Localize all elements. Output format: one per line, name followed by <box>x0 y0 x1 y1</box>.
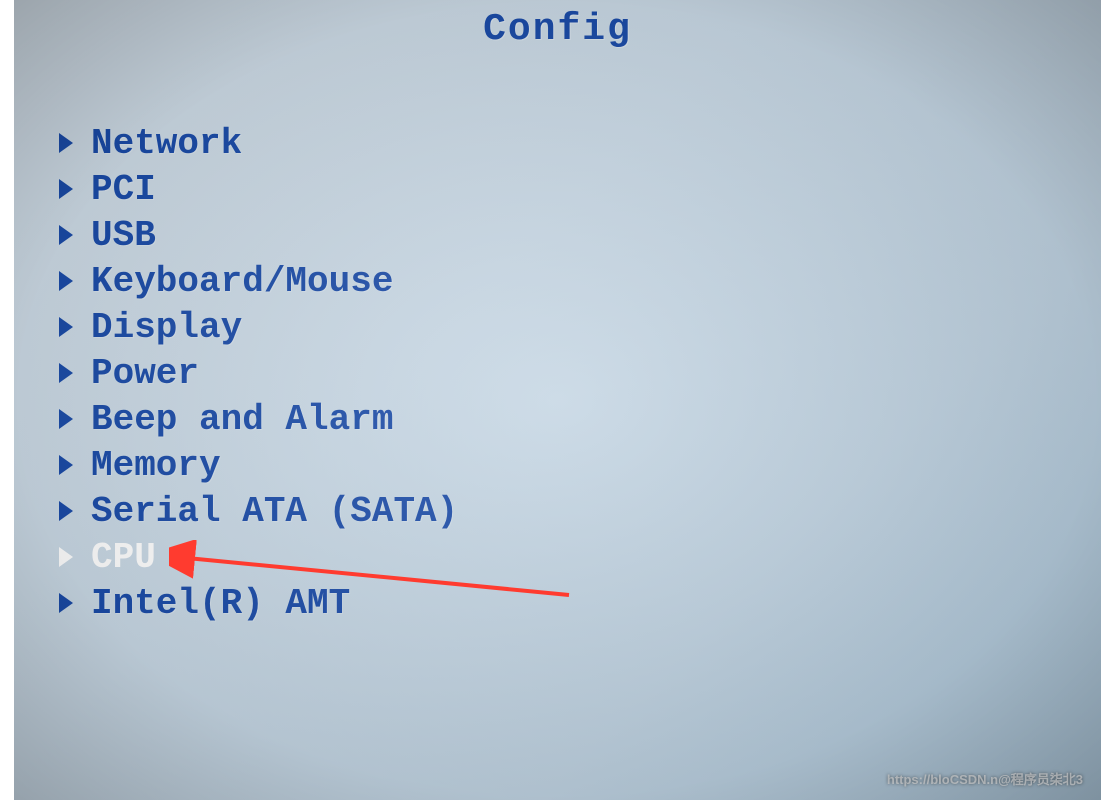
menu-label: USB <box>91 215 156 256</box>
menu-label: Memory <box>91 445 221 486</box>
menu-item-serial-ata[interactable]: Serial ATA (SATA) <box>59 488 458 534</box>
triangle-right-icon <box>59 179 73 199</box>
menu-label: PCI <box>91 169 156 210</box>
menu-item-keyboard-mouse[interactable]: Keyboard/Mouse <box>59 258 458 304</box>
menu-label: Serial ATA (SATA) <box>91 491 458 532</box>
menu-item-beep-alarm[interactable]: Beep and Alarm <box>59 396 458 442</box>
menu-label: Display <box>91 307 242 348</box>
config-menu: Network PCI USB Keyboard/Mouse Display P… <box>59 120 458 626</box>
triangle-right-icon <box>59 225 73 245</box>
triangle-right-icon <box>59 593 73 613</box>
menu-item-intel-amt[interactable]: Intel(R) AMT <box>59 580 458 626</box>
triangle-right-icon <box>59 455 73 475</box>
page-title: Config <box>483 8 632 51</box>
menu-label: Intel(R) AMT <box>91 583 350 624</box>
triangle-right-icon <box>59 547 73 567</box>
menu-label: Power <box>91 353 199 394</box>
bios-config-screen: Config Network PCI USB Keyboard/Mouse Di… <box>14 0 1101 800</box>
triangle-right-icon <box>59 409 73 429</box>
menu-item-usb[interactable]: USB <box>59 212 458 258</box>
outer-border-left <box>0 0 14 806</box>
triangle-right-icon <box>59 501 73 521</box>
menu-label: CPU <box>91 537 156 578</box>
menu-item-display[interactable]: Display <box>59 304 458 350</box>
menu-item-pci[interactable]: PCI <box>59 166 458 212</box>
menu-item-power[interactable]: Power <box>59 350 458 396</box>
menu-item-cpu[interactable]: CPU <box>59 534 458 580</box>
menu-label: Keyboard/Mouse <box>91 261 393 302</box>
menu-label: Network <box>91 123 242 164</box>
watermark-text: https://bloCSDN.n@程序员柒北3 <box>887 769 1083 788</box>
triangle-right-icon <box>59 363 73 383</box>
triangle-right-icon <box>59 271 73 291</box>
menu-item-network[interactable]: Network <box>59 120 458 166</box>
menu-item-memory[interactable]: Memory <box>59 442 458 488</box>
triangle-right-icon <box>59 133 73 153</box>
triangle-right-icon <box>59 317 73 337</box>
menu-label: Beep and Alarm <box>91 399 393 440</box>
